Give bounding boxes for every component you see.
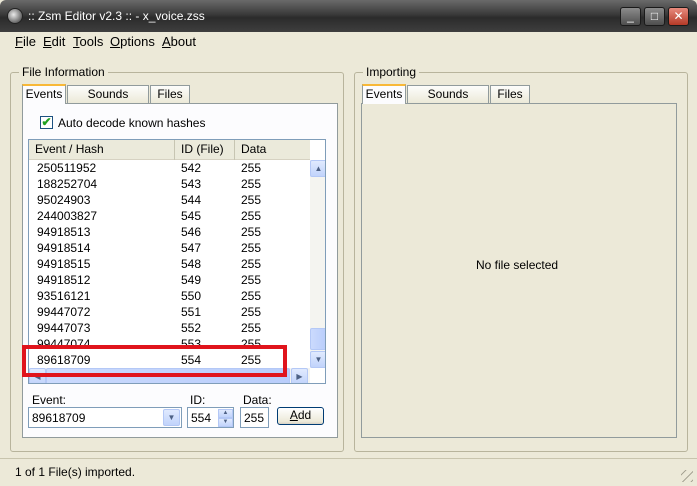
id-spinbox[interactable]: 554 ▲ ▼: [187, 407, 234, 428]
column-header-event-hash[interactable]: Event / Hash: [29, 140, 175, 160]
data-cell: 255: [241, 305, 262, 319]
importing-tab-files[interactable]: Files: [490, 85, 530, 103]
table-row[interactable]: 93516121 550 255: [29, 288, 310, 304]
event-hash-cell: 95024903: [37, 193, 91, 207]
id-file-cell: 550: [181, 289, 202, 303]
status-text: 1 of 1 File(s) imported.: [15, 465, 136, 479]
event-hash-cell: 94918513: [37, 225, 91, 239]
data-cell: 255: [241, 177, 262, 191]
status-bar: 1 of 1 File(s) imported.: [0, 458, 697, 486]
menu-edit[interactable]: Edit: [43, 34, 65, 49]
minimize-button[interactable]: _: [620, 7, 641, 26]
id-file-cell: 546: [181, 225, 202, 239]
table-row[interactable]: 95024903 544 255: [29, 192, 310, 208]
auto-decode-checkbox[interactable]: ✔: [40, 116, 53, 129]
id-file-cell: 543: [181, 177, 202, 191]
data-cell: 255: [241, 225, 262, 239]
column-header-id-file[interactable]: ID (File): [175, 140, 235, 160]
table-row[interactable]: 94918515 548 255: [29, 256, 310, 272]
importing-tab-events[interactable]: Events: [362, 84, 406, 104]
close-button[interactable]: ✕: [668, 7, 689, 26]
id-file-cell: 549: [181, 273, 202, 287]
menu-about[interactable]: About: [162, 34, 196, 49]
auto-decode-label: Auto decode known hashes: [58, 116, 206, 130]
id-file-cell: 551: [181, 305, 202, 319]
scroll-right-button[interactable]: ▶: [291, 368, 308, 383]
chevron-down-icon[interactable]: ▼: [163, 409, 180, 426]
event-hash-cell: 94918514: [37, 241, 91, 255]
title-bar: :: Zsm Editor v2.3 :: - x_voice.zss _ □ …: [0, 0, 697, 32]
file-information-label: File Information: [19, 65, 108, 79]
id-file-cell: 552: [181, 321, 202, 335]
event-hash-cell: 94918515: [37, 257, 91, 271]
spin-down-icon[interactable]: ▼: [218, 418, 233, 427]
file-info-tabs: Events Sounds Details Files: [22, 84, 342, 117]
menu-tools[interactable]: Tools: [73, 34, 103, 49]
menu-bar: File Edit Tools Options About: [0, 32, 697, 52]
importing-tab-sounds-details[interactable]: Sounds Details: [407, 85, 489, 117]
menu-file[interactable]: File: [15, 34, 36, 49]
no-file-selected-message: No file selected: [476, 258, 559, 272]
data-field-label: Data:: [243, 393, 272, 407]
tab-files[interactable]: Files: [150, 85, 190, 103]
data-cell: 255: [241, 289, 262, 303]
maximize-button[interactable]: □: [644, 7, 665, 26]
highlight-box: [22, 345, 287, 377]
table-row[interactable]: 250511952 542 255: [29, 160, 310, 176]
data-cell: 255: [241, 241, 262, 255]
event-hash-cell: 244003827: [37, 209, 98, 223]
data-cell: 255: [241, 321, 262, 335]
tab-events[interactable]: Events: [22, 84, 66, 104]
importing-label: Importing: [363, 65, 420, 79]
resize-grip-icon[interactable]: [681, 470, 693, 482]
data-cell: 255: [241, 209, 262, 223]
window-title: :: Zsm Editor v2.3 :: - x_voice.zss: [28, 9, 205, 23]
data-cell: 255: [241, 193, 262, 207]
data-cell: 255: [241, 161, 262, 175]
table-row[interactable]: 188252704 543 255: [29, 176, 310, 192]
id-field-label: ID:: [190, 393, 206, 407]
list-vertical-scrollbar[interactable]: ▲ ▼: [310, 160, 325, 368]
importing-tabs: Events Sounds Details Files: [362, 84, 682, 117]
event-hash-cell: 93516121: [37, 289, 91, 303]
data-cell: 255: [241, 273, 262, 287]
event-combobox[interactable]: 89618709 ▼: [28, 407, 182, 428]
tab-sounds-details[interactable]: Sounds Details: [67, 85, 149, 117]
table-row[interactable]: 99447072 551 255: [29, 304, 310, 320]
table-row[interactable]: 99447073 552 255: [29, 320, 310, 336]
event-hash-cell: 99447072: [37, 305, 91, 319]
id-file-cell: 548: [181, 257, 202, 271]
event-hash-cell: 94918512: [37, 273, 91, 287]
event-combobox-value: 89618709: [32, 411, 86, 425]
event-hash-cell: 99447073: [37, 321, 91, 335]
scroll-up-button[interactable]: ▲: [310, 160, 325, 177]
table-row[interactable]: 94918513 546 255: [29, 224, 310, 240]
id-file-cell: 545: [181, 209, 202, 223]
vertical-scroll-thumb[interactable]: [310, 328, 325, 350]
event-hash-cell: 250511952: [37, 161, 97, 175]
table-row[interactable]: 244003827 545 255: [29, 208, 310, 224]
id-spinbox-value: 554: [191, 411, 212, 425]
menu-options[interactable]: Options: [110, 34, 155, 49]
id-file-cell: 547: [181, 241, 202, 255]
table-row[interactable]: 94918512 549 255: [29, 272, 310, 288]
scroll-down-button[interactable]: ▼: [310, 351, 325, 368]
id-file-cell: 542: [181, 161, 202, 175]
id-file-cell: 544: [181, 193, 202, 207]
add-button[interactable]: Add: [277, 407, 324, 425]
table-row[interactable]: 94918514 547 255: [29, 240, 310, 256]
event-hash-cell: 188252704: [37, 177, 98, 191]
column-header-data[interactable]: Data: [235, 140, 310, 160]
app-icon[interactable]: [7, 8, 23, 24]
spin-up-icon[interactable]: ▲: [218, 409, 233, 418]
data-cell: 255: [241, 257, 262, 271]
event-field-label: Event:: [32, 393, 67, 407]
list-header: Event / Hash ID (File) Data: [29, 140, 310, 160]
data-field[interactable]: 255: [240, 407, 269, 428]
